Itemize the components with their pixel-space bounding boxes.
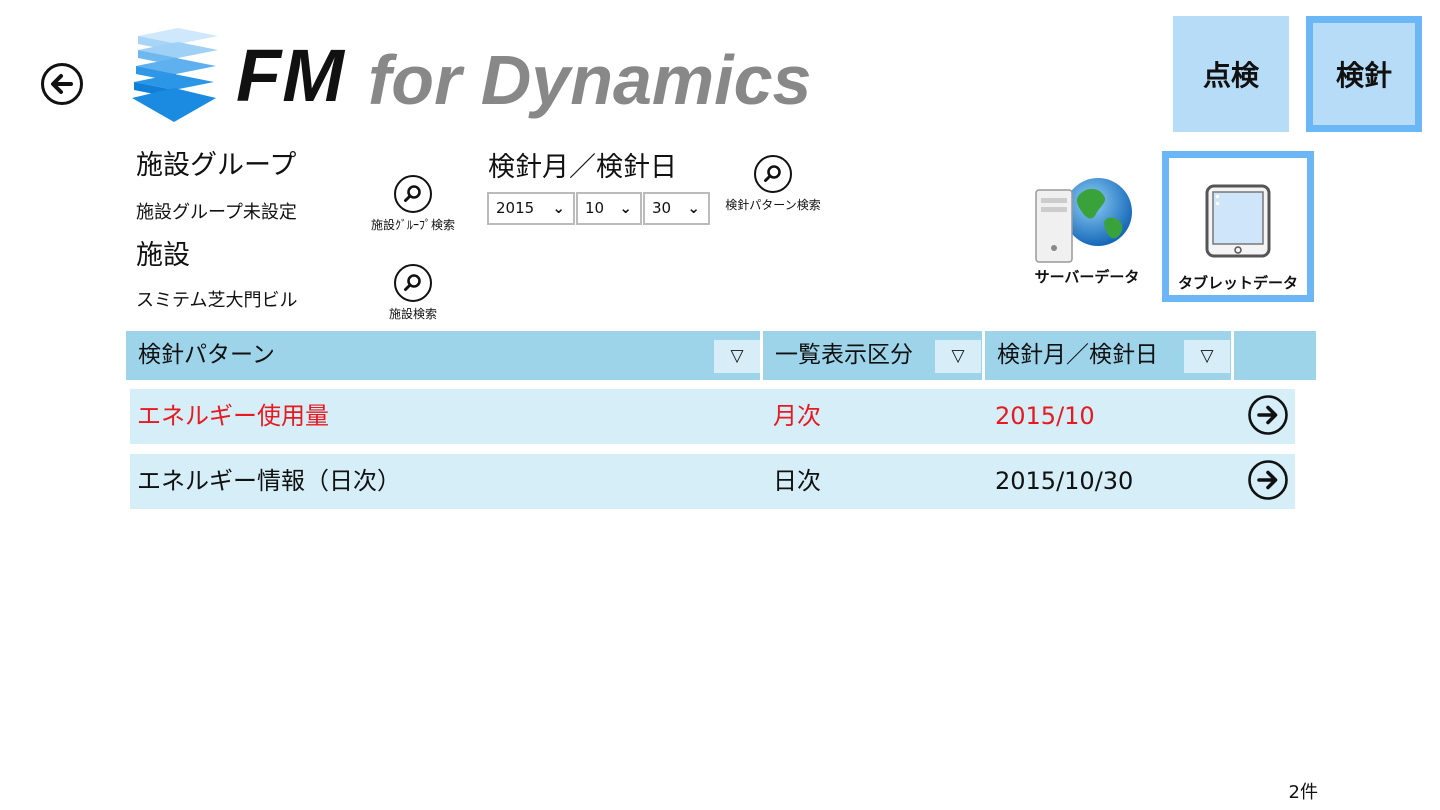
chevron-down-icon: ⌄ xyxy=(619,199,632,217)
search-icon xyxy=(394,264,432,302)
search-icon xyxy=(394,175,432,213)
facility-group-search-button[interactable]: 施設ｸﾞﾙｰﾌﾟ検索 xyxy=(358,175,468,233)
column-header-action xyxy=(1234,331,1316,380)
row-display-type: 日次 xyxy=(773,467,821,495)
column-header-label: 検針パターン xyxy=(138,342,275,368)
chevron-down-icon: ⌄ xyxy=(552,199,565,217)
tablet-data-button[interactable]: タブレットデータ xyxy=(1162,151,1314,302)
search-icon xyxy=(754,155,792,193)
column-header-date: 検針月／検針日 ▽ xyxy=(985,331,1231,380)
row-date: 2015/10/30 xyxy=(995,467,1134,495)
mode-button-inspection[interactable]: 点検 xyxy=(1173,16,1289,132)
table-row[interactable]: エネルギー情報（日次） 日次 2015/10/30 xyxy=(130,454,1295,509)
column-header-label: 一覧表示区分 xyxy=(775,342,913,368)
server-data-label: サーバーデータ xyxy=(1034,268,1140,286)
logo-text-main: FM xyxy=(236,34,345,117)
table-header: 検針パターン ▽ 一覧表示区分 ▽ 検針月／検針日 ▽ xyxy=(126,331,1316,380)
facility-search-label: 施設検索 xyxy=(388,307,437,321)
arrow-right-circle-icon[interactable] xyxy=(1247,459,1289,501)
facility-group-heading: 施設グループ xyxy=(136,150,297,181)
server-globe-icon xyxy=(1035,178,1132,263)
facility-heading: 施設 xyxy=(136,240,190,271)
month-select-value: 10 xyxy=(585,199,605,217)
back-button[interactable] xyxy=(40,62,84,106)
facility-group-search-label: 施設ｸﾞﾙｰﾌﾟ検索 xyxy=(370,218,455,232)
arrow-right-circle-icon[interactable] xyxy=(1247,394,1289,436)
column-header-display-type: 一覧表示区分 ▽ xyxy=(763,331,982,380)
facility-value: スミテム芝大門ビル xyxy=(136,290,298,311)
row-pattern: エネルギー情報（日次） xyxy=(137,467,401,495)
filter-icon[interactable]: ▽ xyxy=(714,340,760,373)
arrow-left-icon xyxy=(41,63,83,105)
facility-search-button[interactable]: 施設検索 xyxy=(358,264,468,322)
logo-icon xyxy=(128,26,222,122)
year-select-value: 2015 xyxy=(496,199,535,217)
pattern-search-button[interactable]: 検針パターン検索 xyxy=(718,155,828,213)
column-header-pattern: 検針パターン ▽ xyxy=(126,331,760,380)
reading-date-heading: 検針月／検針日 xyxy=(488,152,677,183)
logo-text-sub: for Dynamics xyxy=(368,41,812,119)
chevron-down-icon: ⌄ xyxy=(687,199,700,217)
day-select-value: 30 xyxy=(652,199,672,217)
column-header-label: 検針月／検針日 xyxy=(997,342,1158,368)
pattern-search-label: 検針パターン検索 xyxy=(725,198,821,212)
row-date: 2015/10 xyxy=(995,402,1095,430)
server-data-button[interactable]: サーバーデータ xyxy=(1020,168,1154,290)
facility-group-value: 施設グループ未設定 xyxy=(136,202,297,223)
record-count: 2件 xyxy=(1288,782,1318,803)
day-select[interactable]: 30 ⌄ xyxy=(643,192,710,225)
table-row[interactable]: エネルギー使用量 月次 2015/10 xyxy=(130,389,1295,444)
row-display-type: 月次 xyxy=(773,402,821,430)
month-select[interactable]: 10 ⌄ xyxy=(576,192,642,225)
filter-icon[interactable]: ▽ xyxy=(935,340,981,373)
tablet-data-label: タブレットデータ xyxy=(1177,274,1298,292)
row-pattern: エネルギー使用量 xyxy=(137,402,329,430)
tablet-icon xyxy=(1205,184,1271,258)
mode-button-meter-reading[interactable]: 検針 xyxy=(1306,16,1422,132)
filter-icon[interactable]: ▽ xyxy=(1184,340,1230,373)
year-select[interactable]: 2015 ⌄ xyxy=(487,192,575,225)
